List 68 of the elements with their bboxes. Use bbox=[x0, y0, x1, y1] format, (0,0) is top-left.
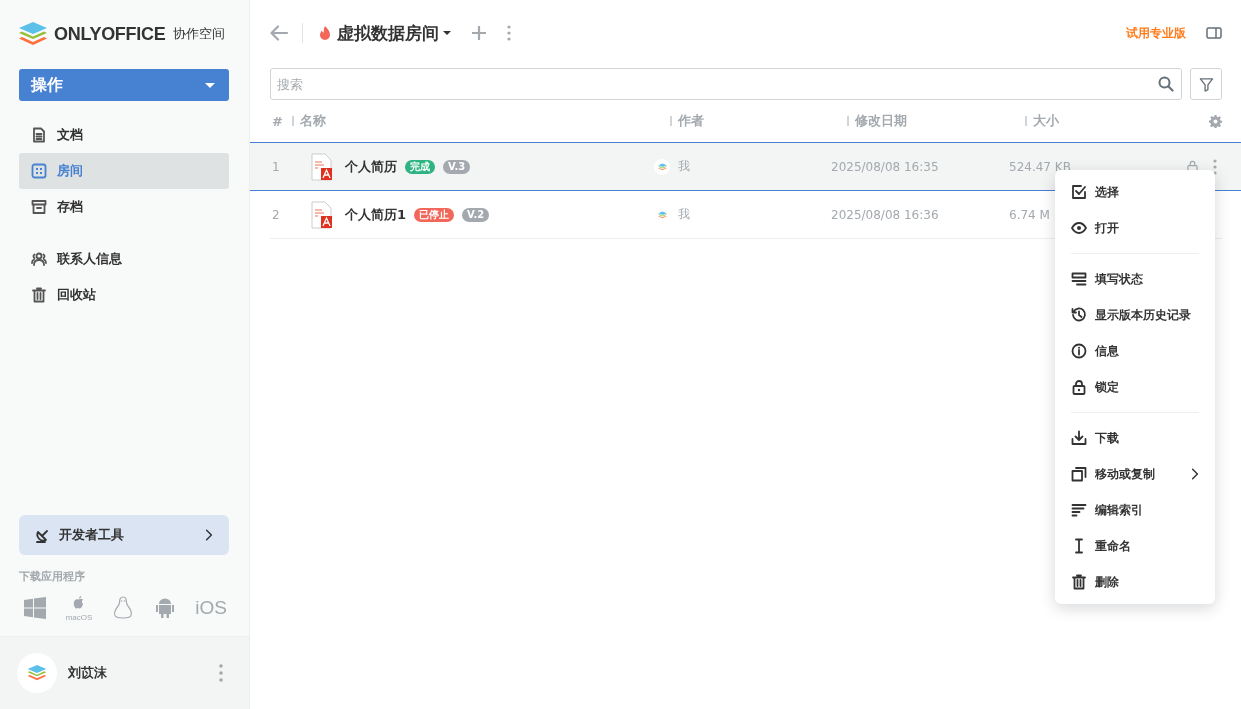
menu-item[interactable]: 下载 bbox=[1055, 420, 1215, 456]
filter-icon bbox=[1198, 76, 1214, 92]
nav-item[interactable]: 文档 bbox=[19, 117, 229, 153]
avatar bbox=[654, 158, 670, 175]
actions-button[interactable]: 操作 bbox=[19, 69, 229, 101]
caret-icon bbox=[205, 82, 215, 88]
copy-icon bbox=[1071, 466, 1087, 482]
trash-icon bbox=[1071, 574, 1087, 590]
eye-icon bbox=[1071, 220, 1087, 236]
search-field[interactable]: 搜索 bbox=[270, 68, 1182, 100]
chevron-right-icon bbox=[205, 529, 213, 541]
file-size: 6.74 M bbox=[1009, 207, 1050, 222]
nav-item[interactable]: 联系人信息 bbox=[19, 241, 229, 277]
checkbox-icon bbox=[1071, 184, 1087, 200]
menu-item[interactable]: 重命名 bbox=[1055, 528, 1215, 564]
more-icon[interactable] bbox=[507, 25, 511, 41]
menu-item[interactable]: 编辑索引 bbox=[1055, 492, 1215, 528]
menu-item[interactable]: 显示版本历史记录 bbox=[1055, 297, 1215, 333]
pdf-file-icon bbox=[311, 200, 333, 229]
archive-icon bbox=[31, 199, 47, 215]
contacts-icon bbox=[31, 251, 47, 267]
form-icon bbox=[1071, 271, 1087, 287]
menu-item[interactable]: 删除 bbox=[1055, 564, 1215, 600]
info-icon bbox=[1071, 343, 1087, 359]
back-arrow-icon[interactable] bbox=[270, 25, 288, 41]
status-badge: 已停止 bbox=[414, 207, 455, 222]
menu-item[interactable]: 锁定 bbox=[1055, 369, 1215, 405]
history-icon bbox=[1071, 307, 1087, 323]
search-icon[interactable] bbox=[1158, 76, 1174, 92]
status-badge: 完成 bbox=[405, 159, 435, 174]
filter-button[interactable] bbox=[1190, 68, 1222, 100]
modified-date: 2025/08/08 16:36 bbox=[831, 207, 939, 222]
documents-icon bbox=[31, 127, 47, 143]
logo-subtitle: 协作空间 bbox=[173, 25, 226, 43]
download-apps-title: 下载应用程序 bbox=[19, 569, 86, 584]
side-panel-icon[interactable] bbox=[1206, 27, 1222, 39]
settings-icon[interactable] bbox=[1209, 114, 1222, 128]
user-name: 刘苡沫 bbox=[68, 664, 108, 682]
flame-icon bbox=[319, 25, 331, 41]
avatar[interactable] bbox=[17, 653, 57, 693]
menu-item[interactable]: 信息 bbox=[1055, 333, 1215, 369]
logo-icon bbox=[18, 21, 48, 47]
developer-tools-button[interactable]: 开发者工具 bbox=[19, 515, 229, 555]
row-number: 2 bbox=[272, 207, 280, 222]
lock-icon bbox=[1071, 379, 1087, 395]
row-number: 1 bbox=[272, 159, 280, 174]
plus-icon[interactable] bbox=[471, 25, 487, 41]
file-name[interactable]: 个人简历1 bbox=[345, 205, 407, 224]
author-name: 我 bbox=[678, 158, 690, 175]
room-title[interactable]: 虚拟数据房间 bbox=[337, 21, 439, 45]
menu-item[interactable]: 填写状态 bbox=[1055, 261, 1215, 297]
file-name[interactable]: 个人简历 bbox=[345, 157, 397, 176]
nav-item[interactable]: 存档 bbox=[19, 189, 229, 225]
windows-icon[interactable] bbox=[24, 597, 46, 619]
menu-item[interactable]: 移动或复制 bbox=[1055, 456, 1215, 492]
rooms-icon bbox=[31, 163, 47, 179]
nav-item[interactable]: 回收站 bbox=[19, 277, 229, 313]
author-name: 我 bbox=[678, 206, 690, 223]
satellite-dish-icon bbox=[35, 527, 51, 543]
lines-icon bbox=[1071, 502, 1087, 518]
trash-icon bbox=[31, 287, 47, 303]
logo-wordmark: ONLYOFFICE bbox=[54, 23, 166, 45]
modified-date: 2025/08/08 16:35 bbox=[831, 159, 939, 174]
caret-icon[interactable] bbox=[443, 31, 451, 35]
android-icon[interactable] bbox=[153, 596, 176, 620]
download-icon bbox=[1071, 430, 1087, 446]
more-icon[interactable] bbox=[219, 664, 223, 682]
pdf-file-icon bbox=[311, 152, 333, 181]
